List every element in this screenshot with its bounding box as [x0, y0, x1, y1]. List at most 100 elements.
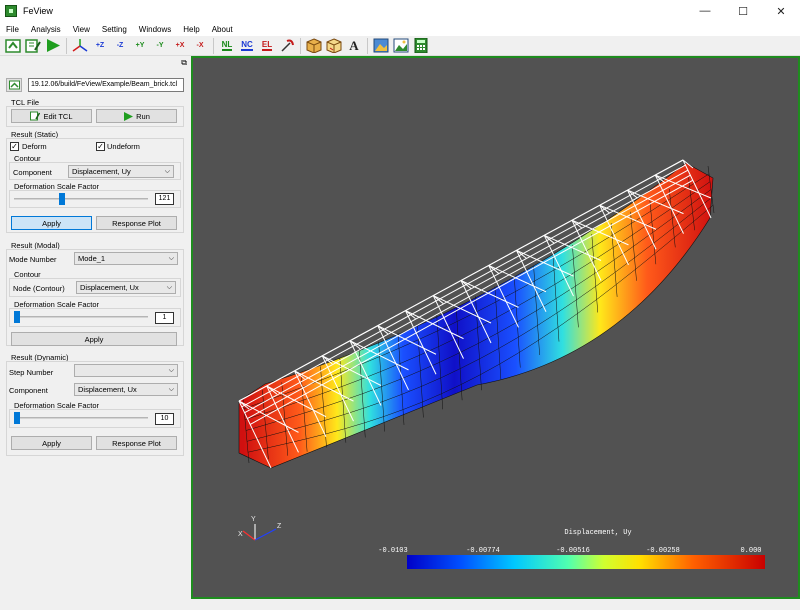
iso-view-button[interactable] — [70, 37, 90, 55]
mode-number-select[interactable]: Mode_1 ⌵ — [74, 252, 178, 265]
chevron-down-icon: ⌵ — [166, 284, 172, 291]
modal-scale-input[interactable]: 1 — [155, 312, 174, 324]
axes-icon — [72, 39, 88, 52]
pick-button[interactable] — [277, 37, 297, 55]
export-image-button[interactable] — [391, 37, 411, 55]
view-plus-y-label: +Y — [135, 42, 145, 49]
beam-model-render[interactable]: Y Z X Displacement, Uy -0.0103 -0.00774 … — [193, 58, 798, 597]
view-minus-z-button[interactable]: -Z — [110, 37, 130, 55]
element-label-button[interactable]: EL — [257, 37, 277, 55]
picture-icon — [393, 38, 409, 53]
screenshot-button[interactable] — [371, 37, 391, 55]
text-a-label: A — [349, 37, 359, 53]
view-plus-y-button[interactable]: +Y — [130, 37, 150, 55]
browse-tcl-button[interactable] — [6, 78, 22, 92]
toolbar-separator — [66, 37, 67, 54]
nc-label: NC — [241, 40, 253, 51]
view-plus-x-label: +X — [175, 42, 185, 49]
dynamic-response-plot-button[interactable]: Response Plot — [96, 436, 177, 450]
close-button[interactable]: ✕ — [762, 0, 800, 22]
play-icon — [47, 39, 60, 52]
modal-apply-button[interactable]: Apply — [11, 332, 177, 346]
node-contour-select[interactable]: Displacement, Ux ⌵ — [76, 281, 176, 294]
static-component-select[interactable]: Displacement, Uy ⌵ — [68, 165, 174, 178]
axis-z-label: Z — [277, 523, 282, 530]
view-minus-y-button[interactable]: -Y — [150, 37, 170, 55]
menu-setting[interactable]: Setting — [96, 25, 133, 34]
static-scale-input[interactable]: 121 — [155, 193, 174, 205]
run-label: Run — [136, 111, 150, 121]
chevron-down-icon: ⌵ — [164, 168, 170, 175]
3d-viewport[interactable]: Y Z X Displacement, Uy -0.0103 -0.00774 … — [191, 56, 800, 599]
cube-icon — [306, 38, 322, 53]
menu-file[interactable]: File — [0, 25, 25, 34]
view-minus-z-label: -Z — [116, 42, 124, 49]
chevron-down-icon: ⌵ — [168, 386, 174, 393]
orientation-axes: Y Z X — [238, 516, 282, 541]
view-minus-y-label: -Y — [156, 42, 164, 49]
toolbar-separator — [213, 37, 214, 54]
surface-view-button[interactable] — [304, 37, 324, 55]
view-plus-x-button[interactable]: +X — [170, 37, 190, 55]
title-bar: FeView — ☐ ✕ — [0, 0, 800, 22]
toolbar: +Z -Z +Y -Y +X -X NL NC EL A — [0, 36, 800, 56]
el-label: EL — [261, 40, 273, 51]
minimize-button[interactable]: — — [686, 0, 724, 22]
undeform-checkbox[interactable]: ✓ — [96, 142, 105, 151]
static-apply-button[interactable]: Apply — [11, 216, 92, 230]
edit-tcl-button[interactable]: Edit TCL — [11, 109, 92, 123]
open-file-icon — [8, 80, 20, 90]
menu-help[interactable]: Help — [177, 25, 205, 34]
run-button[interactable] — [43, 37, 63, 55]
static-component-label: Component — [13, 168, 52, 177]
dynamic-scale-input[interactable]: 10 — [155, 413, 174, 425]
menu-about[interactable]: About — [206, 25, 239, 34]
node-label-button[interactable]: NL — [217, 37, 237, 55]
view-plus-z-button[interactable]: +Z — [90, 37, 110, 55]
menu-view[interactable]: View — [67, 25, 96, 34]
legend-tick: -0.00774 — [466, 547, 500, 555]
menu-analysis[interactable]: Analysis — [25, 25, 67, 34]
pick-icon — [281, 39, 294, 52]
wireframe-view-button[interactable] — [324, 37, 344, 55]
mode-number-value: Mode_1 — [78, 254, 106, 263]
modal-scale-slider-track — [14, 316, 148, 318]
view-minus-x-button[interactable]: -X — [190, 37, 210, 55]
legend-tick: -0.00516 — [556, 547, 590, 555]
dynamic-scale-slider-track — [14, 417, 148, 419]
calculator-button[interactable] — [411, 37, 431, 55]
maximize-button[interactable]: ☐ — [724, 0, 762, 22]
undock-icon[interactable]: ⧉ — [181, 58, 187, 68]
text-button[interactable]: A — [344, 37, 364, 55]
node-contour-value: Displacement, Ux — [80, 283, 139, 292]
dynamic-apply-button[interactable]: Apply — [11, 436, 92, 450]
chevron-down-icon: ⌵ — [168, 255, 174, 262]
toolbar-separator — [300, 37, 301, 54]
deform-checkbox[interactable]: ✓ — [10, 142, 19, 151]
dynamic-scale-slider-thumb[interactable] — [14, 412, 20, 424]
node-coord-button[interactable]: NC — [237, 37, 257, 55]
tcl-path-input[interactable]: 19.12.06/build/FeView/Example/Beam_brick… — [28, 78, 184, 92]
edit-tcl-label: Edit TCL — [43, 111, 73, 121]
edit-icon — [25, 39, 41, 53]
edit-file-button[interactable] — [23, 37, 43, 55]
static-response-plot-button[interactable]: Response Plot — [96, 216, 177, 230]
view-minus-x-label: -X — [196, 42, 204, 49]
open-file-icon — [5, 39, 21, 53]
color-legend: Displacement, Uy -0.0103 -0.00774 -0.005… — [378, 529, 765, 569]
window-title: FeView — [23, 6, 53, 16]
open-file-button[interactable] — [3, 37, 23, 55]
dynamic-component-select[interactable]: Displacement, Ux ⌵ — [74, 383, 178, 396]
axis-x-label: X — [238, 531, 243, 538]
run-tcl-button[interactable]: Run — [96, 109, 177, 123]
deformed-beam — [238, 162, 715, 469]
dynamic-component-value: Displacement, Ux — [78, 385, 137, 394]
image-icon — [373, 38, 389, 53]
toolbar-separator — [367, 37, 368, 54]
step-number-select[interactable]: ⌵ — [74, 364, 178, 377]
static-scale-slider-track — [14, 198, 148, 200]
menu-windows[interactable]: Windows — [133, 25, 177, 34]
modal-scale-slider-thumb[interactable] — [14, 311, 20, 323]
static-scale-slider-thumb[interactable] — [59, 193, 66, 205]
legend-color-bar — [407, 555, 765, 569]
